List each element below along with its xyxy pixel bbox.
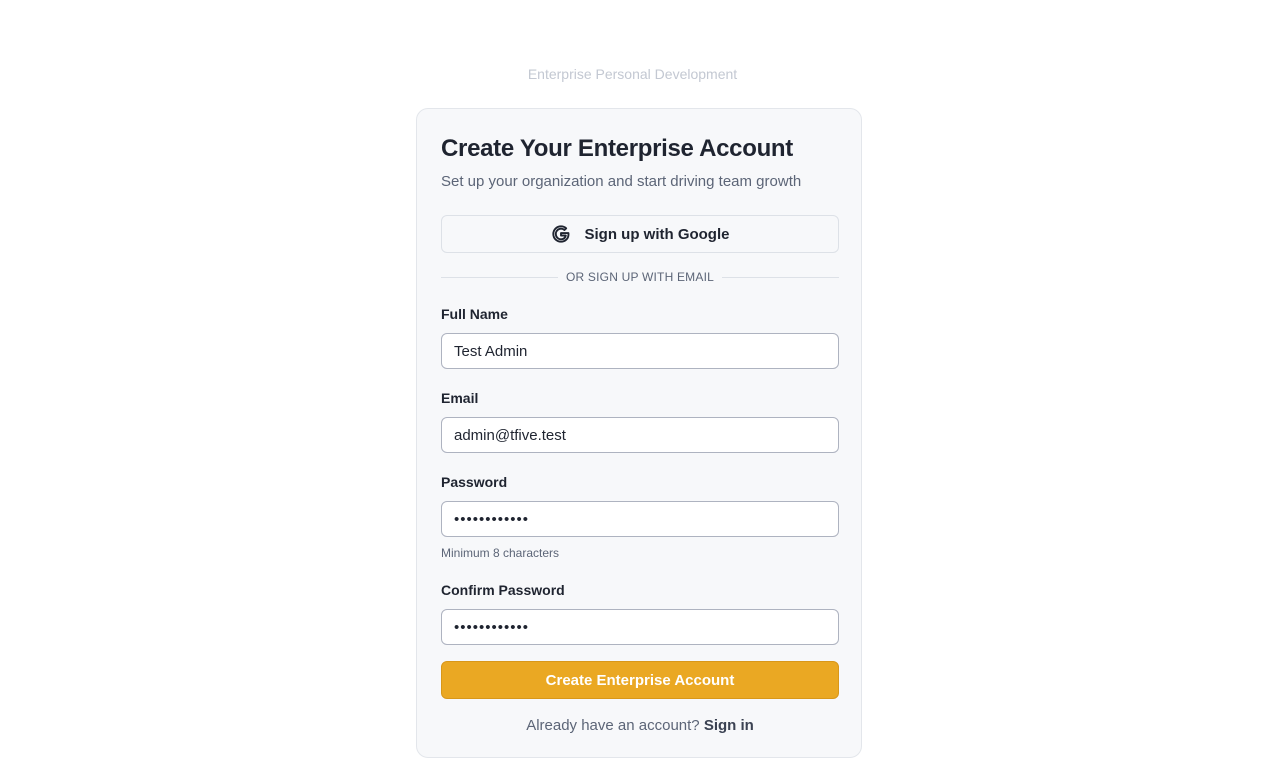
- google-signup-label: Sign up with Google: [584, 225, 730, 243]
- password-input[interactable]: [441, 501, 839, 537]
- confirm-password-input[interactable]: [441, 609, 839, 645]
- signin-prompt-text: Already have an account?: [526, 717, 700, 734]
- divider-text: OR SIGN UP WITH EMAIL: [566, 270, 714, 284]
- password-hint: Minimum 8 characters: [441, 546, 560, 560]
- divider-line-left: [441, 276, 558, 278]
- email-label: Email: [441, 390, 479, 406]
- signup-card: Create Your Enterprise Account Set up yo…: [416, 108, 862, 758]
- signin-prompt: Already have an account? Sign in: [441, 716, 839, 736]
- google-signup-button[interactable]: Sign up with Google: [441, 215, 839, 253]
- full-name-label: Full Name: [441, 306, 508, 322]
- divider-line-right: [722, 276, 839, 278]
- full-name-input[interactable]: [441, 333, 839, 369]
- password-label: Password: [441, 474, 508, 490]
- confirm-password-label: Confirm Password: [441, 582, 565, 598]
- create-account-button[interactable]: Create Enterprise Account: [441, 661, 839, 699]
- page-title: Create Your Enterprise Account: [441, 135, 793, 162]
- signup-page: Enterprise Personal Development Create Y…: [0, 0, 1265, 776]
- google-icon: [551, 224, 571, 244]
- email-input[interactable]: [441, 417, 839, 453]
- signin-link[interactable]: Sign in: [704, 717, 754, 734]
- brand-name: Enterprise Personal Development: [527, 66, 738, 82]
- page-subtitle: Set up your organization and start drivi…: [441, 173, 802, 190]
- divider: OR SIGN UP WITH EMAIL: [441, 269, 839, 285]
